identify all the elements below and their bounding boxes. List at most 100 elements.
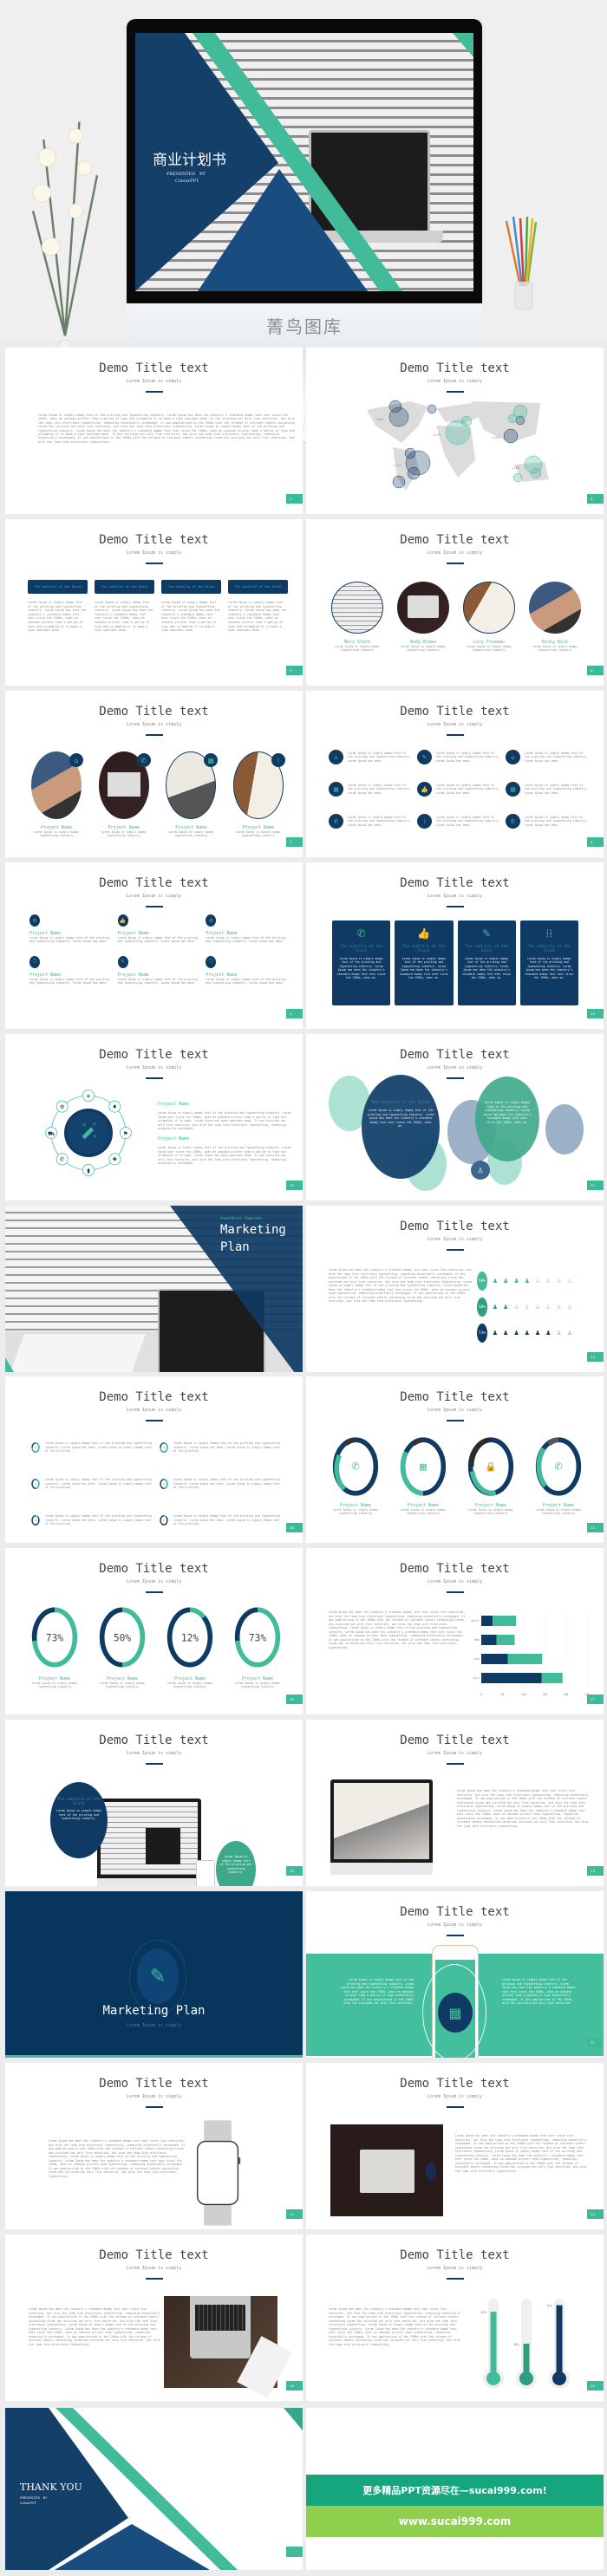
phone-icon: ✆ — [554, 1461, 562, 1473]
slide-18[interactable]: Demo Title text Lorem Ipsum is simply Lo… — [306, 1548, 604, 1714]
slide-10[interactable]: Demo Title text Lorem Ipsum is simply ✆ T… — [306, 862, 604, 1029]
slide-subtitle: Lorem Ipsum is simply — [427, 550, 483, 556]
slide-17[interactable]: Demo Title text Lorem Ipsum is simply 73… — [5, 1548, 303, 1714]
right-text: Lorem Ipsum is simply dummy text of the … — [502, 1978, 576, 2005]
project-item: ✎ Project Name Lorem Ipsum is simply dummy… — [117, 955, 206, 986]
slide-13[interactable]: PowerPoint Template Marketing Plan — [5, 1206, 303, 1372]
slide-27[interactable]: THANK YOU PRESENTED BY ColourPPT — [5, 2408, 303, 2570]
monitor-brand-label: 菁鸟图库 — [127, 303, 482, 347]
slide-16[interactable]: Demo Title text Lorem Ipsum is simply ✆ … — [306, 1376, 604, 1543]
percent-badge: 50% — [477, 1272, 487, 1291]
slide-12[interactable]: Demo Title text Lorem Ipsum is simply ♙ … — [306, 1034, 604, 1200]
svg-text:⚑: ⚑ — [123, 1130, 128, 1137]
icon-feature: ✆ Lorem Ipsum is simply dummy text of the… — [506, 814, 589, 829]
feature-card: ✎ The subtitle of the block Lorem Ipsum is… — [457, 920, 516, 1005]
team-member: Lory Freeman Lorem Ipsum is simply dummy… — [462, 582, 516, 653]
slide-24[interactable]: Demo Title text Lorem Ipsum is simply Lo… — [306, 2063, 604, 2229]
icon-feature: ⌂ Lorem Ipsum is simply dummy text of the… — [329, 750, 412, 764]
title-divider — [146, 2278, 163, 2280]
page-number: 12 — [587, 1181, 604, 1190]
ring-gauge: 76 — [160, 1442, 168, 1453]
project-item: ⛉ Project Name Lorem Ipsum is simply dummy… — [206, 955, 294, 986]
desk-photo — [164, 2296, 292, 2398]
person-icon: ♟ — [534, 1330, 541, 1337]
slide-25[interactable]: Demo Title text Lorem Ipsum is simply Lo… — [5, 2234, 303, 2401]
body-text: Lorem Ipsum has been the industry's stan… — [455, 2134, 587, 2173]
promo-url-link[interactable]: www.sucai999.com — [306, 2506, 604, 2537]
page-number: 9 — [286, 1009, 303, 1018]
slide-7[interactable]: Demo Title text Lorem Ipsum is simply ⌂ … — [5, 691, 303, 857]
x-tick-label: 200 — [564, 1693, 569, 1696]
percent-badge: 73% — [477, 1324, 487, 1343]
hero-mockup: 商业计划书 PRESENTED BY ColourPPT 菁鸟图库 — [0, 0, 607, 441]
lock-icon: ⌂ — [329, 750, 343, 764]
slide-subtitle: Lorem Ipsum is simply — [427, 2094, 483, 2099]
title-divider — [447, 906, 464, 907]
thermo-bulb — [519, 2371, 533, 2385]
title-divider — [447, 563, 464, 564]
percentage-ring: 73% — [234, 1607, 281, 1668]
title-divider — [146, 1077, 163, 1079]
pencil-cup-image — [505, 217, 538, 310]
project-card: ⌂ Project Name Lorem Ipsum is simply dum… — [29, 751, 83, 838]
store-icon: ▦ — [419, 1462, 428, 1473]
bar-segment — [496, 1635, 515, 1645]
slide-3[interactable]: Demo Title text Lorem Ipsum is simply Lo… — [5, 348, 303, 514]
page-number: 13 — [587, 1352, 604, 1362]
slide-title: Demo Title text — [400, 1905, 510, 1919]
person-icon: ♟ — [492, 1330, 499, 1337]
bar-segment — [481, 1673, 542, 1683]
person-icon: ♟ — [534, 1304, 541, 1311]
project-card: ⁞ Project Name Lorem Ipsum is simply dum… — [232, 751, 285, 838]
slide-11[interactable]: Demo Title text Lorem Ipsum is simply ✈ ♦… — [5, 1034, 303, 1200]
icon-ring-card: 🔒 Project Name Lorem Ipsum is simply dum… — [462, 1435, 519, 1516]
slide-19[interactable]: Demo Title text Lorem Ipsum is simply Th… — [5, 1720, 303, 1886]
slide-8[interactable]: Demo Title text Lorem Ipsum is simply ⌂ L… — [306, 691, 604, 857]
thankyou-author: ColourPPT — [20, 2501, 36, 2505]
store-icon: ▦ — [329, 782, 343, 797]
thumbs-up-icon: 👍 — [117, 914, 128, 927]
page-number: 10 — [587, 1009, 604, 1018]
phone-icon: ✆ — [356, 927, 366, 940]
slide-15[interactable]: Demo Title text Lorem Ipsum is simply 76… — [5, 1376, 303, 1543]
ring-item: 76 Lorem Ipsum is simply dummy text of th… — [160, 1435, 283, 1460]
slide-28[interactable]: 更多精品PPT资源尽在—sucai999.com! www.sucai999.c… — [306, 2408, 604, 2570]
slide-4[interactable]: Demo Title text Lorem Ipsum is simply +5… — [306, 348, 604, 514]
person-icon: ♟ — [492, 1304, 499, 1311]
slide-6[interactable]: Demo Title text Lorem Ipsum is simply Ma… — [306, 519, 604, 686]
slide-22[interactable]: Demo Title text Lorem Ipsum is simply ▦ … — [306, 1891, 604, 2058]
avatar — [331, 582, 383, 634]
page-number: 3 — [286, 494, 303, 504]
page-number: 23 — [587, 2209, 604, 2219]
svg-text:×: × — [82, 1123, 87, 1129]
thankyou-title: THANK YOU — [20, 2482, 82, 2493]
slide-title: Demo Title text — [400, 1390, 510, 1404]
slide-title: Demo Title text — [400, 876, 510, 890]
slide-9[interactable]: Demo Title text Lorem Ipsum is simply ⚙ P… — [5, 862, 303, 1029]
slide-14[interactable]: Demo Title text Lorem Ipsum is simply Lo… — [306, 1206, 604, 1372]
slide-5[interactable]: Demo Title text Lorem Ipsum is simply Th… — [5, 519, 303, 686]
bar-segment — [481, 1635, 497, 1645]
page-number: 11 — [286, 1181, 303, 1190]
ring-item: 50 Lorem Ipsum is simply dummy text of th… — [31, 1472, 154, 1496]
ring-label: 73% — [46, 1633, 63, 1644]
promo-banner[interactable]: 更多精品PPT资源尽在—sucai999.com! — [306, 2475, 604, 2506]
store-icon: ▦ — [438, 1993, 473, 2033]
slide-title: Demo Title text — [400, 705, 510, 719]
phone-image — [196, 1860, 215, 1886]
thermo-fill — [556, 2305, 563, 2378]
percentage-ring-card: 73% Project Name Lorem Ipsum is simply dum… — [229, 1605, 286, 1689]
title-divider — [447, 734, 464, 736]
slide-23[interactable]: Demo Title text Lorem Ipsum is simply Lo… — [5, 2063, 303, 2229]
ring-fill — [35, 1515, 39, 1518]
project-item: ⚙ Project Name Lorem Ipsum is simply dummy… — [206, 914, 294, 944]
slide-26[interactable]: Demo Title text Lorem Ipsum is simply Lo… — [306, 2234, 604, 2401]
slide-20[interactable]: Demo Title text Lorem Ipsum is simply Lo… — [306, 1720, 604, 1886]
title-divider — [447, 2278, 464, 2280]
thermo-label: 91% — [547, 2305, 553, 2308]
section-subtitle: Lorem Ipsum is simply — [126, 2023, 182, 2028]
person-icon: ♟ — [503, 1278, 509, 1285]
ring-list: 76 Lorem Ipsum is simply dummy text of th… — [31, 1435, 283, 1532]
block-card: The subtitle of the block Lorem Ipsum is… — [161, 580, 221, 633]
slide-21[interactable]: ✎ Marketing Plan Lorem Ipsum is simply — [5, 1891, 303, 2058]
